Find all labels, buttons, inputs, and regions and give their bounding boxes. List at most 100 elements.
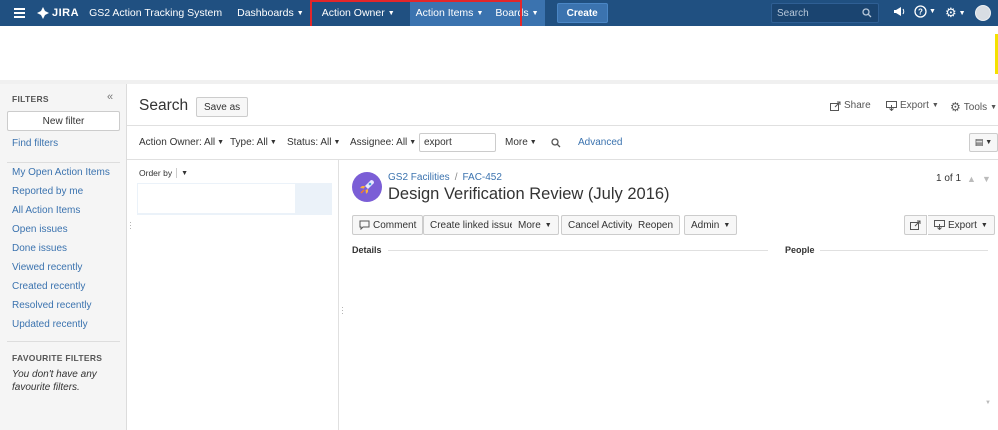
quick-search-input[interactable]: Search <box>771 3 879 23</box>
search-submit-button[interactable] <box>551 138 561 148</box>
jira-logo[interactable]: JIRA <box>36 6 79 20</box>
people-section-header[interactable]: People <box>785 245 815 255</box>
breadcrumb: GS2 Facilities / FAC-452 <box>388 172 502 183</box>
scroll-down-icon[interactable]: ▼ <box>985 400 991 406</box>
share-button[interactable]: Share <box>830 100 871 111</box>
more-actions-label: More <box>518 219 541 231</box>
list-item[interactable] <box>137 183 332 215</box>
pager-count: 1 of 1 <box>936 173 962 184</box>
comment-label: Comment <box>373 219 417 231</box>
collapse-sidebar-icon[interactable]: « <box>107 91 113 103</box>
resize-handle-icon[interactable]: · · · <box>129 218 132 233</box>
page-title: Search <box>139 97 189 114</box>
comment-icon <box>359 220 370 230</box>
sidebar-filter-viewed-recently[interactable]: Viewed recently <box>12 262 82 273</box>
favourite-filters-header: FAVOURITE FILTERS <box>12 353 103 363</box>
admin-button[interactable]: Admin ▼ <box>684 215 738 235</box>
chevron-down-icon: ▼ <box>333 139 341 146</box>
megaphone-icon[interactable] <box>893 5 905 17</box>
sidebar-filter-done-issues[interactable]: Done issues <box>12 243 67 254</box>
settings-gear-icon[interactable]: ⚙ ▼ <box>945 5 966 21</box>
create-linked-issue-button[interactable]: Create linked issue <box>423 215 523 235</box>
share-icon <box>910 220 921 230</box>
rocket-icon <box>360 180 374 194</box>
order-by-label: Order by <box>139 168 173 178</box>
comment-button[interactable]: Comment <box>352 215 424 235</box>
chevron-down-icon: ▼ <box>929 8 936 15</box>
filters-header: FILTERS <box>12 94 49 104</box>
chevron-down-icon: ▼ <box>931 102 939 109</box>
chevron-down-icon: ▼ <box>409 139 417 146</box>
issue-export-button[interactable]: Export ▼ <box>928 215 995 235</box>
tools-label: Tools <box>963 101 988 113</box>
export-icon <box>886 100 897 111</box>
share-issue-button[interactable] <box>904 215 927 235</box>
sidebar-filter-open-issues[interactable]: Open issues <box>12 224 68 235</box>
save-as-button[interactable]: Save as <box>196 97 249 117</box>
advanced-search-link[interactable]: Advanced <box>578 137 622 148</box>
people-header-rule <box>820 250 988 251</box>
details-section-header[interactable]: Details <box>352 245 382 255</box>
filter-action-owner[interactable]: Action Owner: All ▼ <box>139 137 224 148</box>
svg-text:?: ? <box>918 8 923 17</box>
filter-more-label: More <box>505 137 528 148</box>
text-search-input[interactable]: export <box>419 133 496 152</box>
gear-icon: ⚙ <box>950 100 961 114</box>
filter-more[interactable]: More ▼ <box>505 137 537 148</box>
chevron-down-icon: ▼ <box>985 139 993 146</box>
help-icon[interactable]: ? ▼ <box>914 5 936 18</box>
chevron-down-icon: ▼ <box>181 169 189 177</box>
chevron-down-icon: ▼ <box>217 139 225 146</box>
details-header-rule <box>388 250 768 251</box>
next-issue-icon[interactable]: ▼ <box>982 174 991 184</box>
new-filter-button[interactable]: New filter <box>7 111 120 131</box>
jira-logo-icon <box>37 7 49 19</box>
project-avatar[interactable] <box>352 172 382 202</box>
user-avatar[interactable] <box>975 5 991 21</box>
favourite-filters-empty-text: You don't have any favourite filters. <box>12 369 97 393</box>
sidebar-filter-reported-by-me[interactable]: Reported by me <box>12 186 83 197</box>
export-dropdown-button[interactable]: Export ▼ <box>886 100 939 111</box>
sidebar-filter-my-open-action-items[interactable]: My Open Action Items <box>12 167 110 178</box>
nav-dashboards[interactable]: Dashboards ▼ <box>234 0 307 26</box>
find-filters-link[interactable]: Find filters <box>12 138 58 149</box>
reopen-button[interactable]: Reopen <box>632 215 681 235</box>
app-name[interactable]: GS2 Action Tracking System <box>89 7 222 19</box>
sidebar-divider <box>7 162 120 163</box>
quick-search-placeholder: Search <box>777 7 809 19</box>
sidebar-filter-resolved-recently[interactable]: Resolved recently <box>12 300 91 311</box>
breadcrumb-project-link[interactable]: GS2 Facilities <box>388 172 450 183</box>
more-actions-button[interactable]: More ▼ <box>512 215 559 235</box>
breadcrumb-issue-key-link[interactable]: FAC-452 <box>462 172 501 183</box>
issue-summary-title[interactable]: Design Verification Review (July 2016) <box>388 185 670 204</box>
issue-export-label: Export <box>948 219 977 231</box>
order-by-control[interactable]: Order by ▼ <box>139 168 188 178</box>
admin-label: Admin <box>691 219 720 231</box>
filter-type-label: Type: All <box>230 137 268 148</box>
split-view-divider <box>338 160 339 430</box>
filter-assignee[interactable]: Assignee: All ▼ <box>350 137 416 148</box>
export-label: Export <box>900 100 929 111</box>
search-icon <box>551 138 561 148</box>
previous-issue-icon[interactable]: ▲ <box>967 174 976 184</box>
issue-pager: 1 of 1 ▲ ▼ <box>936 173 991 184</box>
tools-dropdown-button[interactable]: ⚙ Tools ▼ <box>950 100 997 114</box>
layout-switcher-button[interactable]: ▤ ▼ <box>969 133 998 152</box>
create-button[interactable]: Create <box>556 3 608 23</box>
filter-type[interactable]: Type: All ▼ <box>230 137 277 148</box>
export-icon <box>934 220 945 230</box>
header-divider <box>127 125 998 126</box>
cancel-activity-button[interactable]: Cancel Activity <box>561 215 641 235</box>
chevron-down-icon: ▼ <box>269 139 277 146</box>
sidebar-filter-all-action-items[interactable]: All Action Items <box>12 205 80 216</box>
resize-handle-icon[interactable]: · · · <box>341 303 344 318</box>
share-label: Share <box>844 100 871 111</box>
filter-status[interactable]: Status: All ▼ <box>287 137 340 148</box>
chevron-down-icon: ▼ <box>296 9 304 17</box>
breadcrumb-separator: / <box>454 172 458 183</box>
sidebar-filter-created-recently[interactable]: Created recently <box>12 281 85 292</box>
sidebar-filter-updated-recently[interactable]: Updated recently <box>12 319 88 330</box>
app-switcher-menu-icon[interactable] <box>6 0 32 26</box>
nav-dashboards-label: Dashboards <box>237 7 294 19</box>
chevron-down-icon: ▼ <box>544 221 552 229</box>
